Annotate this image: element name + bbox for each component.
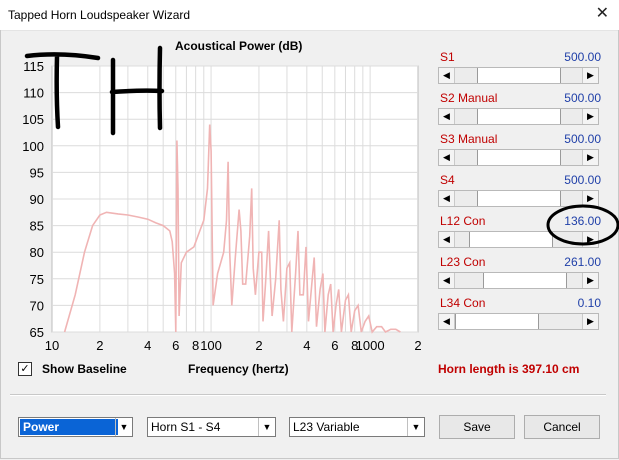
y-tick-label: 115 xyxy=(23,59,44,74)
scroll-left-icon[interactable]: ◀ xyxy=(439,109,455,124)
cancel-button[interactable]: Cancel xyxy=(524,415,600,439)
y-tick-label: 80 xyxy=(30,245,44,260)
slider-thumb[interactable] xyxy=(477,191,562,206)
y-tick-label: 70 xyxy=(30,298,44,313)
show-baseline-label[interactable]: Show Baseline xyxy=(42,362,127,376)
slider-thumb[interactable] xyxy=(477,68,562,83)
title-bar: Tapped Horn Loudspeaker Wizard ✕ xyxy=(0,0,619,31)
slider-track[interactable]: ◀ ▶ xyxy=(438,67,599,84)
scroll-right-icon[interactable]: ▶ xyxy=(582,314,598,329)
x-tick-label: 6 xyxy=(331,338,338,353)
slider-label: S2 Manual xyxy=(440,91,498,105)
variable-select[interactable]: L23 Variable ▼ xyxy=(289,417,425,437)
x-axis-label: Frequency (hertz) xyxy=(188,362,289,376)
scroll-right-icon[interactable]: ▶ xyxy=(582,68,598,83)
x-tick-label: 100 xyxy=(200,338,222,353)
slider-label: L23 Con xyxy=(440,255,486,269)
scroll-left-icon[interactable]: ◀ xyxy=(439,273,455,288)
y-tick-label: 100 xyxy=(22,139,44,154)
horn-select-value: Horn S1 - S4 xyxy=(151,420,221,434)
slider-value: 500.00 xyxy=(564,50,601,64)
scroll-right-icon[interactable]: ▶ xyxy=(582,150,598,165)
slider-value: 136.00 xyxy=(564,214,601,228)
chevron-down-icon[interactable]: ▼ xyxy=(258,418,275,436)
y-tick-label: 110 xyxy=(23,86,44,101)
slider-track[interactable]: ◀ ▶ xyxy=(438,108,599,125)
divider xyxy=(10,394,606,396)
scroll-left-icon[interactable]: ◀ xyxy=(439,232,455,247)
x-tick-label: 2 xyxy=(255,338,262,353)
slider-track[interactable]: ◀ ▶ xyxy=(438,149,599,166)
slider-value: 500.00 xyxy=(564,132,601,146)
x-tick-label: 2 xyxy=(96,338,103,353)
slider-value: 0.10 xyxy=(577,296,601,310)
slider-value: 500.00 xyxy=(564,91,601,105)
slider-track[interactable]: ◀ ▶ xyxy=(438,313,599,330)
power-chart: 6570758085909510010511011510 2 4 6 8 100 2 4 6 81… xyxy=(22,59,421,353)
slider-label: L34 Con xyxy=(440,296,486,310)
scroll-left-icon[interactable]: ◀ xyxy=(439,191,455,206)
scroll-right-icon[interactable]: ▶ xyxy=(582,232,598,247)
save-button[interactable]: Save xyxy=(439,415,515,439)
x-tick-label: 2 xyxy=(414,338,421,353)
x-tick-label: 4 xyxy=(303,338,310,353)
scroll-left-icon[interactable]: ◀ xyxy=(439,314,455,329)
slider-value: 500.00 xyxy=(564,173,601,187)
slider-thumb[interactable] xyxy=(469,232,554,247)
slider-label: L12 Con xyxy=(440,214,486,228)
slider-track[interactable]: ◀ ▶ xyxy=(438,231,599,248)
slider-track[interactable]: ◀ ▶ xyxy=(438,190,599,207)
y-tick-label: 65 xyxy=(30,325,44,340)
mode-select-value: Power xyxy=(20,419,118,435)
slider-label: S3 Manual xyxy=(440,132,498,146)
slider-thumb[interactable] xyxy=(455,314,539,329)
slider-thumb[interactable] xyxy=(483,273,568,288)
slider-label: S1 xyxy=(440,50,455,64)
mode-select[interactable]: Power ▼ xyxy=(18,417,133,437)
chevron-down-icon[interactable]: ▼ xyxy=(407,418,424,436)
y-tick-label: 95 xyxy=(30,165,44,180)
x-tick-label: 4 xyxy=(144,338,151,353)
close-icon[interactable]: ✕ xyxy=(596,5,609,23)
slider-label: S4 xyxy=(440,173,455,187)
chevron-down-icon[interactable]: ▼ xyxy=(115,418,132,436)
scroll-left-icon[interactable]: ◀ xyxy=(439,68,455,83)
y-tick-label: 85 xyxy=(30,219,44,234)
scroll-left-icon[interactable]: ◀ xyxy=(439,150,455,165)
y-tick-label: 105 xyxy=(22,112,44,127)
variable-select-value: L23 Variable xyxy=(293,420,360,434)
y-tick-label: 75 xyxy=(30,272,44,287)
horn-length-text: Horn length is 397.10 cm xyxy=(438,362,580,376)
window-title: Tapped Horn Loudspeaker Wizard xyxy=(8,8,191,22)
slider-thumb[interactable] xyxy=(477,109,562,124)
x-tick-label: 8 xyxy=(192,338,199,353)
x-tick-label: 6 xyxy=(172,338,179,353)
slider-track[interactable]: ◀ ▶ xyxy=(438,272,599,289)
x-tick-label: 10 xyxy=(45,338,59,353)
slider-thumb[interactable] xyxy=(477,150,562,165)
horn-select[interactable]: Horn S1 - S4 ▼ xyxy=(147,417,276,437)
scroll-right-icon[interactable]: ▶ xyxy=(582,109,598,124)
scroll-right-icon[interactable]: ▶ xyxy=(582,273,598,288)
x-tick-label: 1000 xyxy=(356,338,385,353)
chart-title: Acoustical Power (dB) xyxy=(175,39,303,53)
slider-value: 261.00 xyxy=(564,255,601,269)
scroll-right-icon[interactable]: ▶ xyxy=(582,191,598,206)
show-baseline-checkbox[interactable]: ✓ xyxy=(18,362,32,376)
y-tick-label: 90 xyxy=(30,192,44,207)
